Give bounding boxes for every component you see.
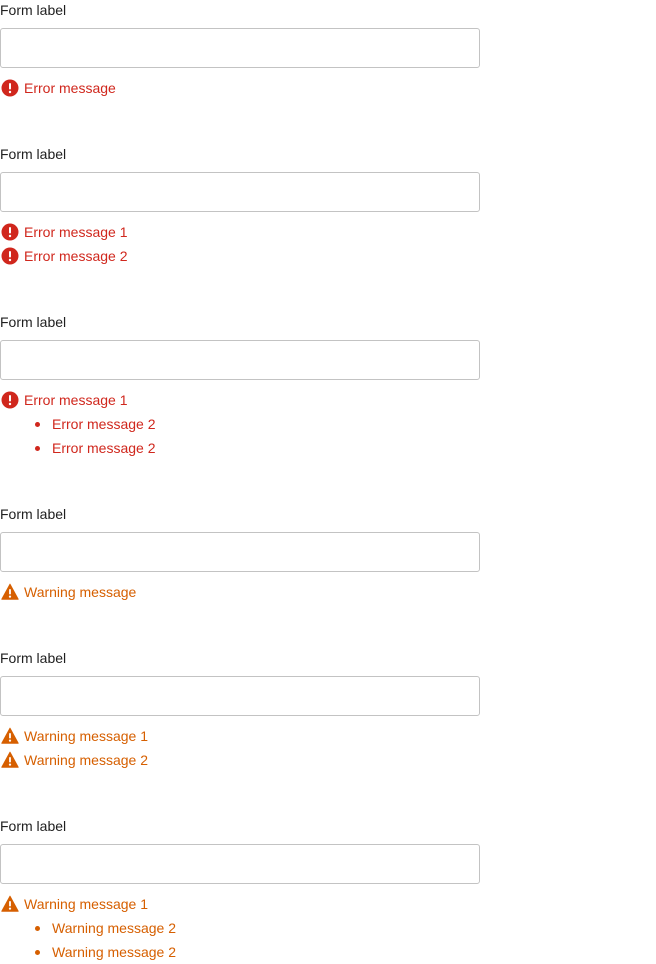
- form-input[interactable]: [0, 172, 480, 212]
- error-message-row: Error message 1: [0, 220, 480, 244]
- warning-triangle-icon: [1, 583, 19, 600]
- error-circle-icon: [1, 391, 19, 409]
- error-bullet-item: Error message 2: [0, 412, 480, 436]
- form-label: Form label: [0, 650, 67, 666]
- form-input[interactable]: [0, 532, 480, 572]
- warning-message-row: Warning message 1: [0, 724, 480, 748]
- warning-messages: Warning message: [0, 580, 480, 604]
- form-field-4: Form label Warning message: [0, 504, 480, 604]
- warning-message-row: Warning message 1: [0, 892, 480, 916]
- warning-bullet-list: Warning message 2 Warning message 2: [0, 916, 480, 964]
- error-circle-icon: [1, 247, 19, 265]
- error-circle-icon: [1, 223, 19, 241]
- error-messages: Error message: [0, 76, 480, 100]
- warning-message-text: Warning message 1: [24, 896, 148, 912]
- form-input[interactable]: [0, 844, 480, 884]
- form-field-6: Form label Warning message 1 Warning mes…: [0, 816, 480, 964]
- warning-message-text: Warning message: [24, 584, 137, 600]
- warning-bullet-item: Warning message 2: [0, 916, 480, 940]
- error-messages: Error message 1 Error message 2: [0, 220, 480, 268]
- warning-message-row: Warning message: [0, 580, 480, 604]
- form-label: Form label: [0, 2, 67, 18]
- form-label: Form label: [0, 506, 67, 522]
- warning-message-text: Warning message 2: [24, 752, 148, 768]
- form-label: Form label: [0, 314, 67, 330]
- form-field-5: Form label Warning message 1 Warning mes…: [0, 648, 480, 772]
- form-field-3: Form label Error message 1 Error message…: [0, 312, 480, 460]
- error-message-row: Error message: [0, 76, 480, 100]
- warning-message-text: Warning message 1: [24, 728, 148, 744]
- warning-bullet-item: Warning message 2: [0, 940, 480, 964]
- form-input[interactable]: [0, 676, 480, 716]
- form-field-2: Form label Error message 1 Error message…: [0, 144, 480, 268]
- warning-messages: Warning message 1 Warning message 2: [0, 724, 480, 772]
- form-label: Form label: [0, 146, 67, 162]
- warning-message-row: Warning message 2: [0, 748, 480, 772]
- error-circle-icon: [1, 79, 19, 97]
- error-message-row: Error message 1: [0, 388, 480, 412]
- form-input[interactable]: [0, 340, 480, 380]
- warning-triangle-icon: [1, 895, 19, 912]
- warning-triangle-icon: [1, 751, 19, 768]
- error-message-text: Error message: [24, 80, 116, 96]
- warning-triangle-icon: [1, 727, 19, 744]
- error-message-row: Error message 2: [0, 244, 480, 268]
- error-bullet-list: Error message 2 Error message 2: [0, 412, 480, 460]
- warning-messages: Warning message 1 Warning message 2 Warn…: [0, 892, 480, 964]
- form-label: Form label: [0, 818, 67, 834]
- error-messages: Error message 1 Error message 2 Error me…: [0, 388, 480, 460]
- error-bullet-item: Error message 2: [0, 436, 480, 460]
- form-field-1: Form label Error message: [0, 0, 480, 100]
- error-message-text: Error message 1: [24, 392, 128, 408]
- form-input[interactable]: [0, 28, 480, 68]
- error-message-text: Error message 1: [24, 224, 128, 240]
- error-message-text: Error message 2: [24, 248, 128, 264]
